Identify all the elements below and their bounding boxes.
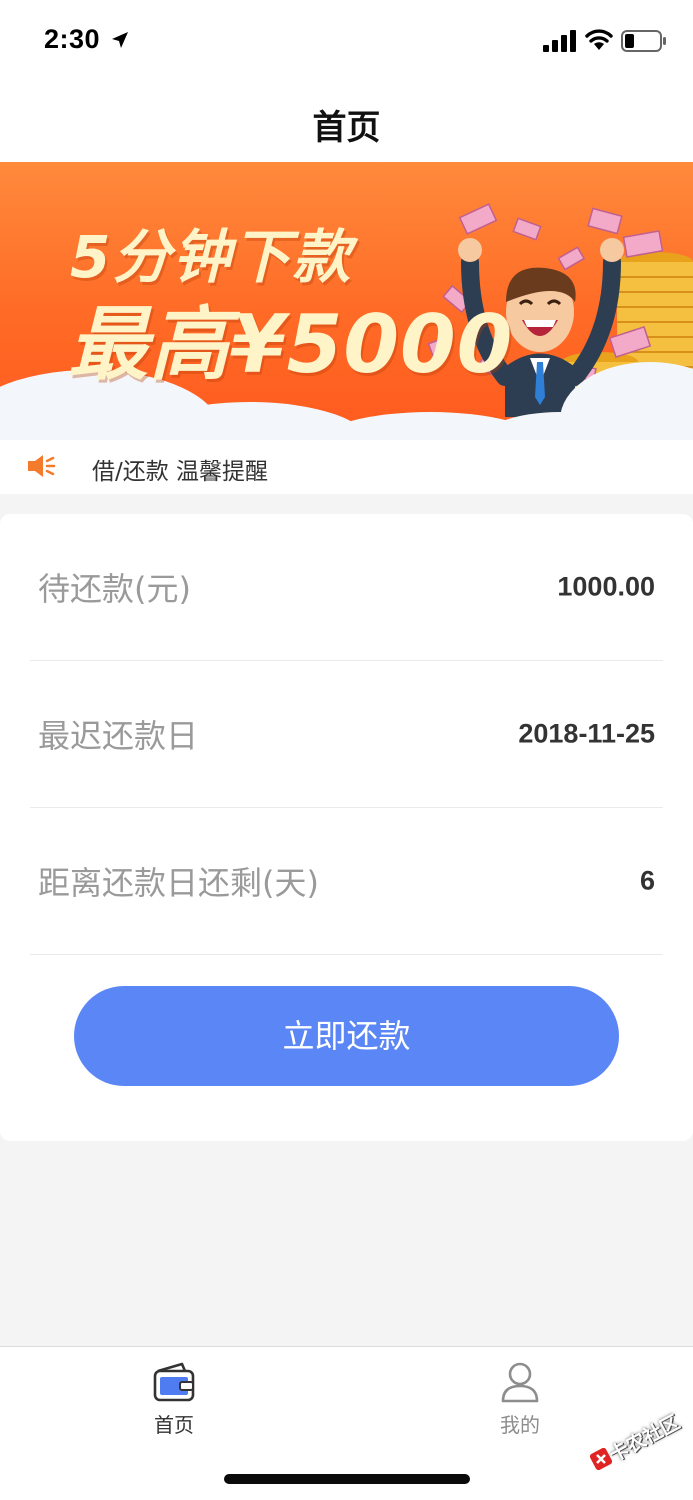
summary-row-due-date: 最迟还款日 2018-11-25 — [30, 661, 663, 808]
tab-mine[interactable]: 我的 — [460, 1361, 580, 1441]
days-left-label: 距离还款日还剩(天) — [38, 864, 319, 902]
status-time: 2:30 — [44, 24, 101, 54]
tab-home[interactable]: 首页 — [114, 1361, 234, 1441]
repay-now-button[interactable]: 立即还款 — [74, 986, 619, 1086]
repayment-summary-card: 待还款(元) 1000.00 最迟还款日 2018-11-25 距离还款日还剩(… — [0, 514, 693, 1141]
amount-due-label: 待还款(元) — [38, 570, 191, 608]
page-title: 首页 — [312, 108, 381, 148]
battery-icon — [621, 30, 666, 52]
due-date-value: 2018-11-25 — [518, 718, 655, 749]
tab-home-label: 首页 — [154, 1413, 194, 1437]
location-arrow-icon — [112, 32, 128, 48]
home-indicator — [224, 1474, 470, 1484]
watermark-text: 卡农社区 — [605, 1411, 684, 1467]
promo-banner[interactable]: 5分钟下款 最高¥5000 — [0, 162, 693, 444]
amount-due-value: 1000.00 — [557, 571, 655, 602]
watermark: 卡农社区 — [588, 1410, 688, 1482]
status-bar: 2:30 — [0, 0, 693, 84]
user-icon — [501, 1362, 539, 1403]
notice-bar[interactable]: 借/还款 温馨提醒 — [0, 440, 693, 494]
tab-mine-label: 我的 — [500, 1413, 540, 1437]
wallet-icon — [153, 1362, 195, 1402]
cellular-signal-icon — [543, 30, 576, 52]
navigation-bar: 首页 — [0, 84, 693, 162]
wifi-icon — [585, 29, 613, 50]
notice-text: 借/还款 温馨提醒 — [92, 459, 269, 485]
summary-row-amount-due: 待还款(元) 1000.00 — [30, 514, 663, 661]
speaker-icon — [28, 455, 56, 477]
summary-row-days-left: 距离还款日还剩(天) 6 — [30, 808, 663, 955]
banner-amount: 最高¥5000 — [68, 298, 514, 391]
due-date-label: 最迟还款日 — [38, 717, 199, 755]
days-left-value: 6 — [639, 865, 655, 896]
